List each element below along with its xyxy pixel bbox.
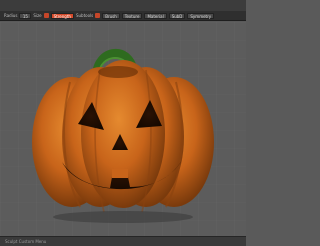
status-text: Sculpt Custom Menu (5, 239, 47, 244)
size-label: Size (33, 12, 42, 18)
status-bar: Sculpt Custom Menu (0, 236, 246, 246)
size-toggle[interactable] (43, 13, 49, 18)
material-button[interactable]: Material (144, 12, 167, 19)
subtools-label: Subtools (75, 12, 94, 18)
radius-field[interactable]: 15 (19, 12, 32, 19)
pumpkin-body (32, 60, 214, 213)
subtools-toggle[interactable] (95, 13, 101, 18)
3d-viewport[interactable] (0, 22, 246, 236)
subd-button[interactable]: SubD (168, 12, 186, 19)
sculpt-toolbar: Radius 15 Size Strength Subtools Brush T… (0, 11, 246, 21)
floor-shadow (53, 211, 193, 223)
brush-button[interactable]: Brush (102, 12, 120, 19)
title-bar (0, 0, 246, 11)
radius-label: Radius (4, 12, 18, 18)
symmetry-button[interactable]: Symmetry (187, 12, 215, 19)
strength-button[interactable]: Strength (50, 12, 74, 19)
tooth (112, 169, 128, 178)
texture-button[interactable]: Texture (121, 12, 143, 19)
viewport-canvas (0, 22, 246, 236)
